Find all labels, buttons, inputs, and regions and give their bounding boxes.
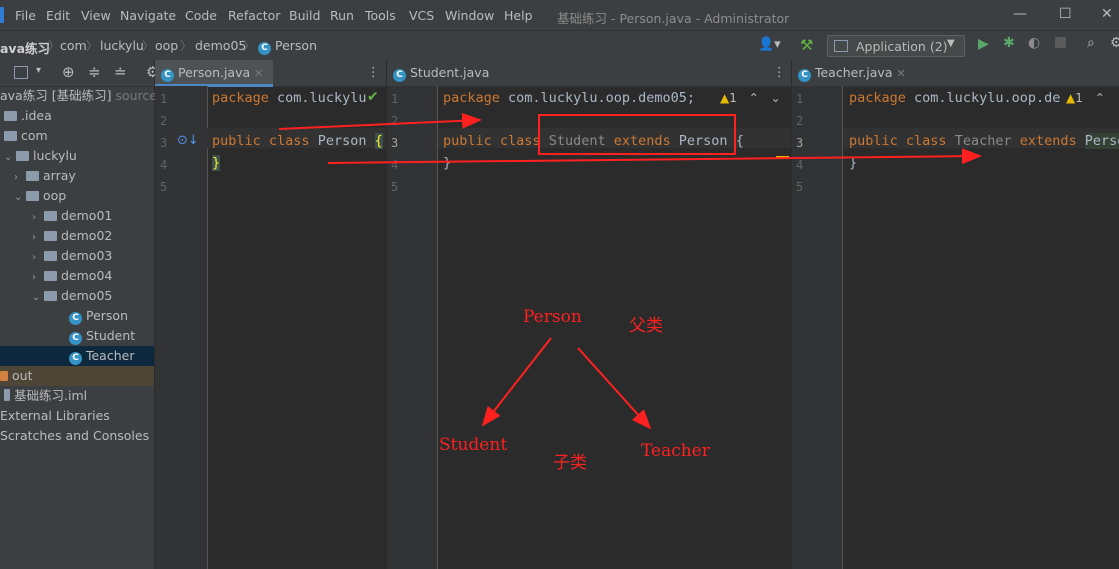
annotation-child-label: 子类 — [553, 453, 587, 473]
annotation-highlight-box — [538, 114, 736, 155]
annotation-parent-label: 父类 — [629, 316, 663, 336]
annotation-parent: Person — [523, 307, 582, 327]
annotation-layer — [278, 112, 982, 430]
annotation-arrow-extends-line — [327, 148, 982, 165]
annotation-arrow-person-to-student — [278, 112, 482, 130]
annotation-child-teacher: Teacher — [641, 441, 710, 461]
annotation-child-student: Student — [439, 435, 508, 455]
annotation-arrow-to-teacher — [577, 347, 652, 430]
annotation-arrow-to-student — [481, 337, 552, 427]
